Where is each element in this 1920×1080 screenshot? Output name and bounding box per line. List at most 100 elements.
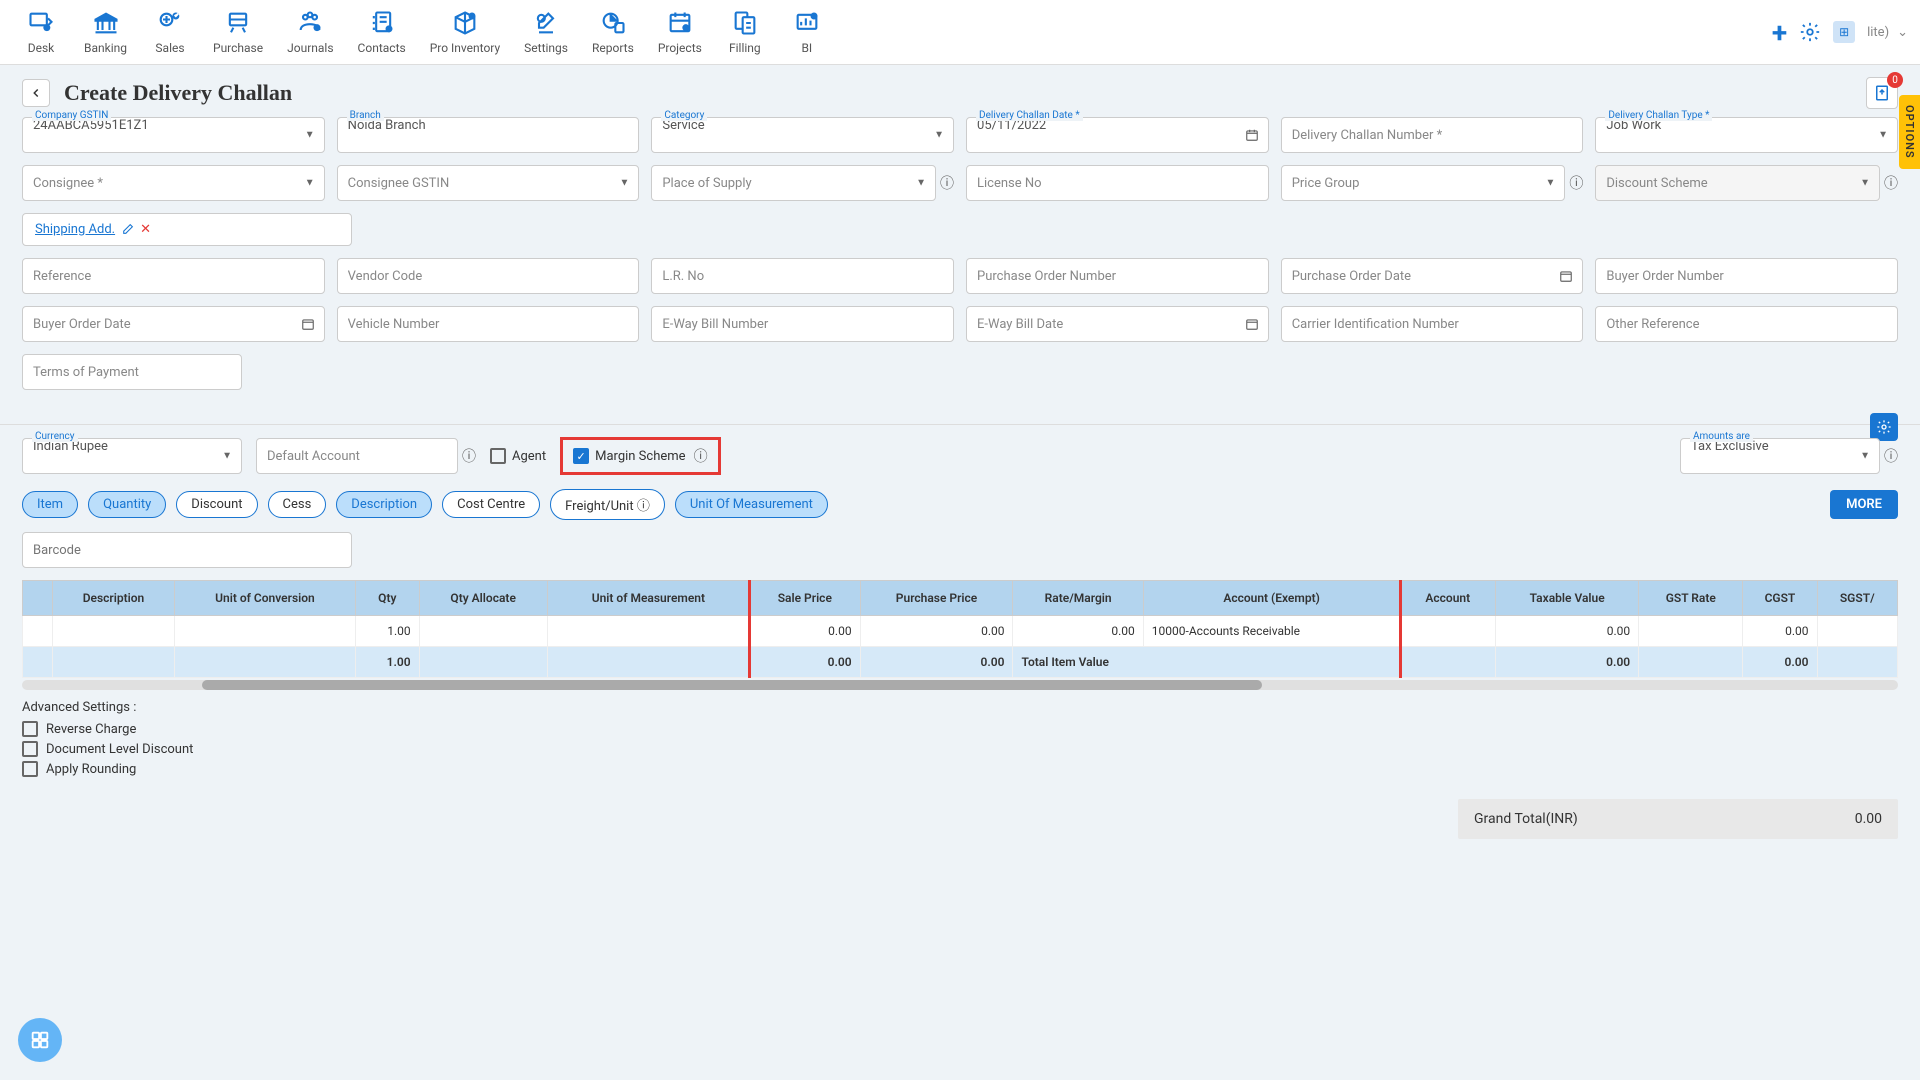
apps-icon[interactable]: ⊞	[1833, 21, 1855, 43]
pill-description[interactable]: Description	[336, 491, 432, 518]
table-row[interactable]: 1.00 0.00 0.00 0.00 10000-Accounts Recei…	[23, 616, 1898, 647]
nav-purchase[interactable]: Purchase	[203, 5, 273, 59]
margin-scheme-highlight: ✓ Margin Scheme ⓘ	[560, 437, 720, 475]
license-no-field[interactable]	[966, 165, 1269, 201]
more-button[interactable]: MORE	[1830, 490, 1898, 519]
carrier-id-field[interactable]	[1281, 306, 1584, 342]
nav-contacts[interactable]: Contacts	[348, 5, 416, 59]
default-account-field[interactable]	[256, 438, 458, 474]
checkbox-icon	[22, 761, 38, 777]
reference-field[interactable]	[22, 258, 325, 294]
discount-scheme-field[interactable]: ▼	[1595, 165, 1880, 201]
pill-uom[interactable]: Unit Of Measurement	[675, 491, 828, 518]
reverse-charge-checkbox[interactable]: Reverse Charge	[22, 721, 1898, 737]
challan-type-field[interactable]: Delivery Challan Type * Job Work ▼	[1595, 117, 1898, 153]
nav-projects[interactable]: Projects	[648, 5, 712, 59]
edit-icon[interactable]	[121, 223, 134, 236]
back-button[interactable]	[22, 79, 50, 107]
nav-settings[interactable]: Settings	[514, 5, 578, 59]
settings-nav-icon	[532, 9, 560, 37]
row-settings-button[interactable]	[1870, 413, 1898, 441]
add-icon[interactable]: +	[1772, 16, 1787, 49]
buyer-order-number-field[interactable]	[1595, 258, 1898, 294]
agent-checkbox[interactable]: Agent	[490, 448, 546, 464]
challan-date-field[interactable]: Delivery Challan Date * 05/11/2022	[966, 117, 1269, 153]
pill-discount[interactable]: Discount	[176, 491, 257, 518]
pill-cess[interactable]: Cess	[268, 491, 327, 518]
items-table: Description Unit of Conversion Qty Qty A…	[22, 580, 1898, 678]
margin-scheme-checkbox[interactable]: ✓ Margin Scheme ⓘ	[573, 446, 707, 466]
po-number-field[interactable]	[966, 258, 1269, 294]
pill-quantity[interactable]: Quantity	[88, 491, 166, 518]
close-icon[interactable]: ✕	[140, 222, 151, 237]
table-scrollbar[interactable]	[22, 680, 1898, 690]
terms-of-payment-field[interactable]	[22, 354, 242, 390]
bi-icon	[793, 9, 821, 37]
branch-field[interactable]: Branch Noida Branch	[337, 117, 640, 153]
nav-reports[interactable]: Reports	[582, 5, 644, 59]
options-tab[interactable]: OPTIONS	[1899, 95, 1920, 169]
desk-icon	[27, 9, 55, 37]
category-field[interactable]: Category Service ▼	[651, 117, 954, 153]
barcode-input[interactable]	[22, 532, 352, 568]
nav-journals[interactable]: Journals	[277, 5, 343, 59]
lr-no-field[interactable]	[651, 258, 954, 294]
contacts-icon	[368, 9, 396, 37]
other-reference-field[interactable]	[1595, 306, 1898, 342]
challan-number-field[interactable]	[1281, 117, 1584, 153]
topnav-right: + ⊞ lite)⌄	[1772, 16, 1908, 49]
vehicle-number-field[interactable]	[337, 306, 640, 342]
info-icon[interactable]: ⓘ	[940, 173, 954, 193]
po-date-field[interactable]	[1281, 258, 1584, 294]
vendor-code-field[interactable]	[337, 258, 640, 294]
badge-count: 0	[1887, 72, 1903, 88]
inventory-icon	[451, 9, 479, 37]
fab-button[interactable]	[18, 1018, 62, 1062]
table-total-row: 1.00 0.00 0.00 Total Item Value 0.00 0.0…	[23, 647, 1898, 678]
table-header-row: Description Unit of Conversion Qty Qty A…	[23, 581, 1898, 616]
nav-banking[interactable]: Banking	[74, 5, 137, 59]
banking-icon	[92, 9, 120, 37]
buyer-order-date-field[interactable]	[22, 306, 325, 342]
doc-level-discount-checkbox[interactable]: Document Level Discount	[22, 741, 1898, 757]
eway-bill-number-field[interactable]	[651, 306, 954, 342]
apply-rounding-checkbox[interactable]: Apply Rounding	[22, 761, 1898, 777]
info-icon[interactable]: ⓘ	[694, 446, 708, 466]
nav-proinventory[interactable]: Pro Inventory	[420, 5, 510, 59]
amounts-are-field[interactable]: Amounts are Tax Exclusive ▼	[1680, 438, 1880, 474]
eway-bill-date-field[interactable]	[966, 306, 1269, 342]
scrollbar-thumb[interactable]	[202, 680, 1262, 690]
items-table-container: Description Unit of Conversion Qty Qty A…	[0, 580, 1920, 678]
place-of-supply-field[interactable]: ▼	[651, 165, 936, 201]
export-button[interactable]: 0	[1866, 77, 1898, 109]
checkbox-checked-icon: ✓	[573, 448, 589, 464]
info-icon[interactable]: ⓘ	[1884, 446, 1898, 466]
shipping-add-link[interactable]: Shipping Add.	[35, 222, 115, 237]
currency-field[interactable]: Currency Indian Rupee ▼	[22, 438, 242, 474]
nav-sales[interactable]: Sales	[141, 5, 199, 59]
column-pills: Item Quantity Discount Cess Description …	[0, 485, 1920, 532]
pill-item[interactable]: Item	[22, 491, 78, 518]
checkbox-icon	[22, 741, 38, 757]
company-gstin-field[interactable]: Company GSTIN 24AABCA5951E1Z1 ▼	[22, 117, 325, 153]
checkbox-icon	[22, 721, 38, 737]
consignee-field[interactable]: ▼	[22, 165, 325, 201]
info-icon[interactable]: ⓘ	[1569, 173, 1583, 193]
price-group-field[interactable]: ▼	[1281, 165, 1566, 201]
checkbox-icon	[490, 448, 506, 464]
lite-badge[interactable]: lite)⌄	[1867, 25, 1908, 40]
nav-filling[interactable]: Filling	[716, 5, 774, 59]
nav-desk[interactable]: Desk	[12, 5, 70, 59]
projects-icon	[666, 9, 694, 37]
nav-bi[interactable]: BI	[778, 5, 836, 59]
info-icon[interactable]: ⓘ	[462, 446, 476, 466]
journals-icon	[296, 9, 324, 37]
pill-cost-centre[interactable]: Cost Centre	[442, 491, 540, 518]
shipping-address-field[interactable]: Shipping Add. ✕	[22, 213, 352, 246]
info-icon[interactable]: ⓘ	[1884, 173, 1898, 193]
gear-icon[interactable]	[1799, 21, 1821, 43]
page-title: Create Delivery Challan	[64, 80, 292, 106]
top-navigation: Desk Banking Sales Purchase Journals Con…	[0, 0, 1920, 65]
pill-freight[interactable]: Freight/Unit ⓘ	[550, 489, 665, 520]
consignee-gstin-field[interactable]: ▼	[337, 165, 640, 201]
